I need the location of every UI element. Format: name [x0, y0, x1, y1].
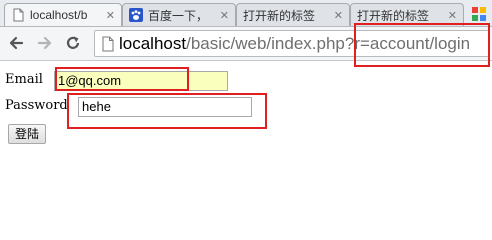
page-icon — [101, 36, 115, 52]
tab-localhost[interactable]: localhost/b ✕ — [4, 3, 122, 26]
close-icon[interactable]: ✕ — [334, 9, 343, 22]
close-icon[interactable]: ✕ — [106, 9, 115, 22]
address-bar[interactable]: localhost/basic/web/index.php?r=account/… — [94, 30, 490, 57]
browser-toolbar: localhost/basic/web/index.php?r=account/… — [0, 27, 492, 61]
login-button[interactable]: 登陆 — [8, 124, 47, 144]
baidu-paw-icon — [129, 8, 143, 22]
email-field[interactable]: 1@qq.com — [54, 71, 228, 91]
password-field[interactable]: hehe — [78, 97, 252, 117]
reload-icon[interactable] — [63, 33, 83, 53]
apps-icon[interactable] — [468, 5, 490, 25]
close-icon[interactable]: ✕ — [448, 9, 457, 22]
tab-strip: localhost/b ✕ 百度一下， ✕ 打开新的标签 ✕ 打开新的标签 ✕ — [0, 0, 492, 27]
url-host: localhost — [119, 33, 187, 53]
page-icon — [11, 8, 25, 22]
tab-title: localhost/b — [30, 8, 88, 22]
tab-title: 打开新的标签 — [357, 8, 430, 23]
tab-new-1[interactable]: 打开新的标签 ✕ — [236, 3, 350, 26]
email-label: Email — [5, 72, 43, 87]
forward-arrow-icon[interactable] — [35, 33, 55, 53]
back-arrow-icon[interactable] — [6, 33, 26, 53]
tab-new-2[interactable]: 打开新的标签 ✕ — [350, 3, 464, 26]
url-path: /basic/web/index.php?r=account/login — [186, 33, 471, 53]
page-content: Email 1@qq.com Password hehe 登陆 — [0, 61, 492, 229]
tab-title: 百度一下， — [148, 8, 209, 23]
tab-baidu[interactable]: 百度一下， ✕ — [122, 3, 236, 26]
password-label: Password — [5, 98, 68, 113]
tab-title: 打开新的标签 — [243, 8, 316, 23]
close-icon[interactable]: ✕ — [220, 9, 229, 22]
